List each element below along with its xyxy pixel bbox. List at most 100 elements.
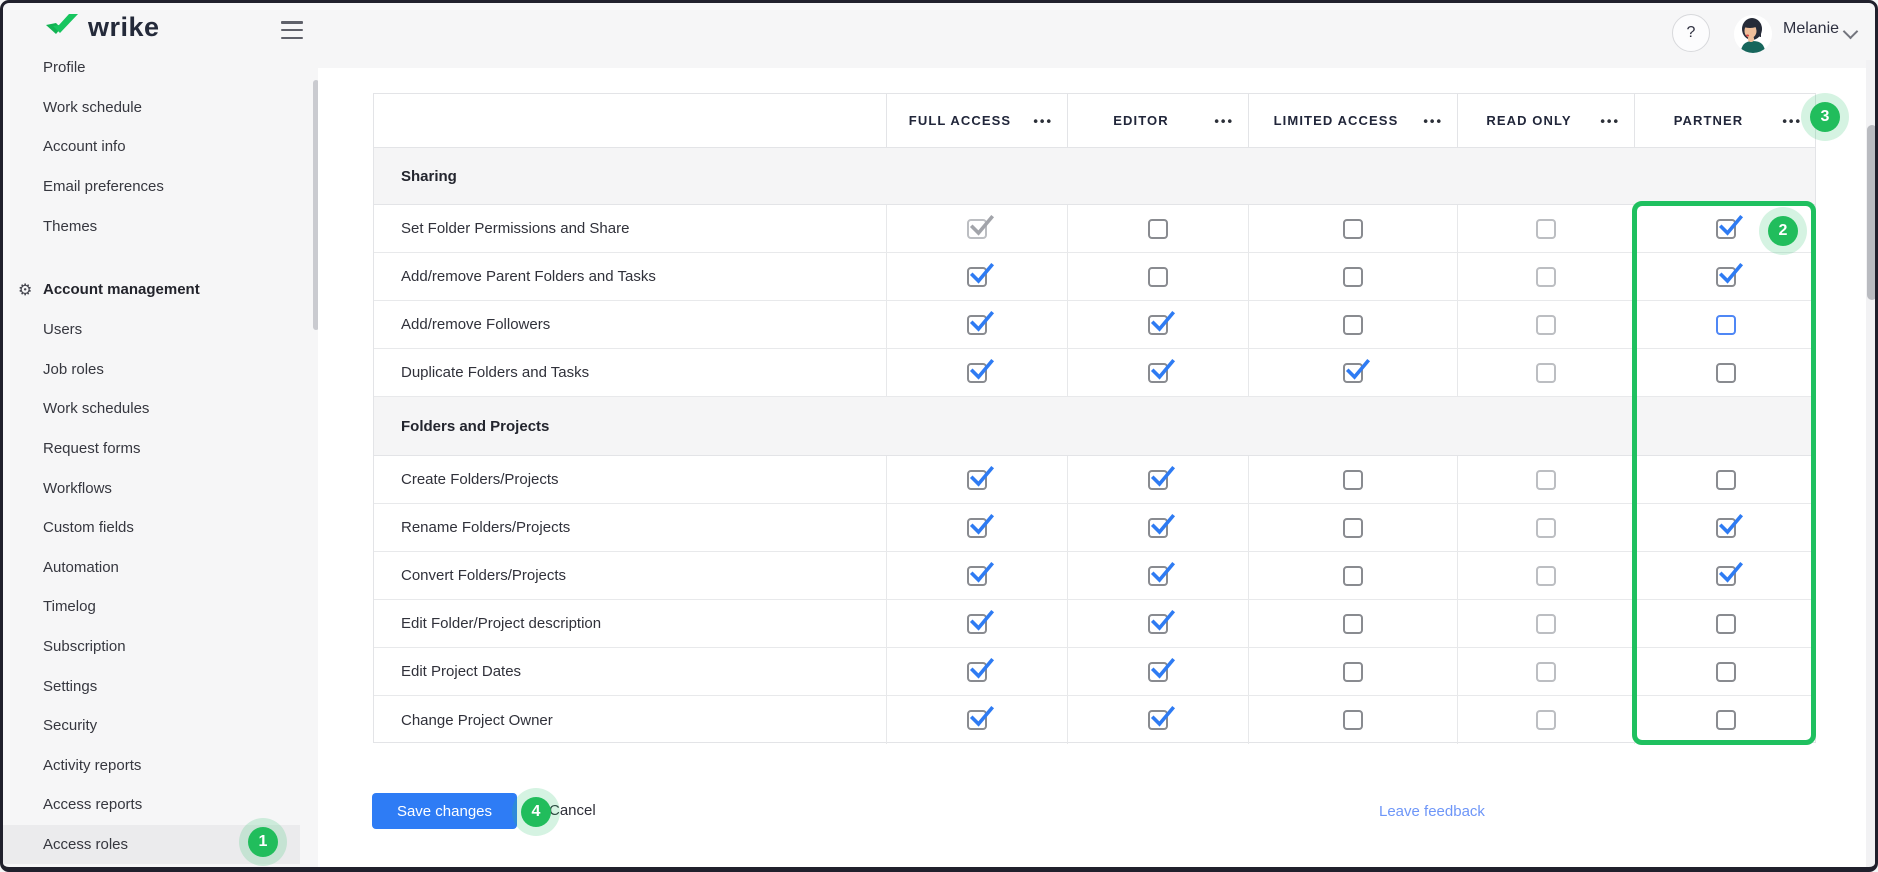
checkbox-add-remove-followers-editor[interactable] [1148,315,1168,335]
checkbox-create-folders-projects-editor[interactable] [1148,470,1168,490]
checkbox-set-folder-permissions-and-share-editor[interactable] [1148,219,1168,239]
sidebar-item-account-info[interactable]: Account info [0,127,300,167]
permission-cell [1634,253,1816,300]
checkbox-create-folders-projects-partner[interactable] [1716,470,1736,490]
checkbox-create-folders-projects-limited-access[interactable] [1343,470,1363,490]
checkbox-rename-folders-projects-full-access[interactable] [967,518,987,538]
sidebar-item-email-preferences[interactable]: Email preferences [0,167,300,207]
checkbox-add-remove-followers-full-access[interactable] [967,315,987,335]
checkbox-add-remove-parent-folders-and-tasks-partner[interactable] [1716,267,1736,287]
sidebar-item-custom-fields[interactable]: Custom fields [0,508,300,548]
sidebar-item-subscription[interactable]: Subscription [0,627,300,667]
checkbox-set-folder-permissions-and-share-partner[interactable] [1716,219,1736,239]
sidebar-item-work-schedule[interactable]: Work schedule [0,88,300,128]
column-header-label: EDITOR [1113,113,1202,128]
checkbox-edit-project-dates-limited-access[interactable] [1343,662,1363,682]
checkbox-rename-folders-projects-partner[interactable] [1716,518,1736,538]
checkbox-edit-project-dates-partner[interactable] [1716,662,1736,682]
sidebar-item-activity-reports[interactable]: Activity reports [0,746,300,786]
checkbox-convert-folders-projects-partner[interactable] [1716,566,1736,586]
menu-hamburger-icon[interactable] [281,21,303,39]
table-row-create-folders-projects: Create Folders/Projects [374,456,1815,504]
column-header-partner: PARTNER••• [1634,94,1816,147]
checkbox-edit-folder-project-description-editor[interactable] [1148,614,1168,634]
checkbox-edit-folder-project-description-full-access[interactable] [967,614,987,634]
checkbox-duplicate-folders-and-tasks-limited-access[interactable] [1343,363,1363,383]
checkbox-add-remove-parent-folders-and-tasks-editor[interactable] [1148,267,1168,287]
sidebar-item-job-roles[interactable]: Job roles [0,350,300,390]
window-scrollbar-thumb[interactable] [1867,125,1877,300]
chevron-down-icon[interactable] [1843,24,1859,40]
annotation-badge-1: 1 [248,827,278,857]
checkbox-rename-folders-projects-editor[interactable] [1148,518,1168,538]
sidebar-section-label: Account management [43,281,200,298]
table-row-convert-folders-projects: Convert Folders/Projects [374,552,1815,600]
checkbox-edit-folder-project-description-read-only [1536,614,1556,634]
checkbox-set-folder-permissions-and-share-limited-access[interactable] [1343,219,1363,239]
permission-cell [1067,504,1248,551]
column-header-label: FULL ACCESS [909,113,1045,128]
permission-cell [1634,456,1816,503]
table-header-row: FULL ACCESS•••EDITOR•••LIMITED ACCESS•••… [374,94,1815,148]
permission-cell [1634,301,1816,348]
checkbox-change-project-owner-full-access[interactable] [967,710,987,730]
sidebar-nav: ProfileWork scheduleAccount infoEmail pr… [0,60,318,867]
cancel-button[interactable]: Cancel [549,802,596,819]
sidebar-item-request-forms[interactable]: Request forms [0,429,300,469]
window-scrollbar-track[interactable] [1866,60,1878,867]
sidebar-item-work-schedules[interactable]: Work schedules [0,389,300,429]
checkbox-rename-folders-projects-limited-access[interactable] [1343,518,1363,538]
section-header-folders-and-projects: Folders and Projects [374,397,1815,456]
sidebar-item-automation[interactable]: Automation [0,548,300,588]
column-menu-icon[interactable]: ••• [1423,113,1443,128]
checkbox-duplicate-folders-and-tasks-editor[interactable] [1148,363,1168,383]
checkbox-edit-folder-project-description-limited-access[interactable] [1343,614,1363,634]
checkbox-add-remove-parent-folders-and-tasks-read-only [1536,267,1556,287]
checkbox-convert-folders-projects-editor[interactable] [1148,566,1168,586]
column-menu-icon[interactable]: ••• [1214,113,1234,128]
sidebar-item-users[interactable]: Users [0,310,300,350]
avatar[interactable] [1734,15,1772,53]
column-menu-icon[interactable]: ••• [1600,113,1620,128]
checkbox-duplicate-folders-and-tasks-partner[interactable] [1716,363,1736,383]
sidebar-item-profile[interactable]: Profile [0,60,300,88]
column-menu-icon[interactable]: ••• [1782,113,1802,128]
checkbox-convert-folders-projects-limited-access[interactable] [1343,566,1363,586]
sidebar-item-settings[interactable]: Settings [0,666,300,706]
checkbox-edit-project-dates-full-access[interactable] [967,662,987,682]
permission-cell [886,205,1067,252]
column-menu-icon[interactable]: ••• [1033,113,1053,128]
checkbox-change-project-owner-partner[interactable] [1716,710,1736,730]
checkbox-set-folder-permissions-and-share-read-only [1536,219,1556,239]
permission-cell [1457,504,1634,551]
checkbox-add-remove-followers-limited-access[interactable] [1343,315,1363,335]
help-button[interactable]: ? [1672,14,1710,52]
checkbox-add-remove-parent-folders-and-tasks-limited-access[interactable] [1343,267,1363,287]
column-header-read-only: READ ONLY••• [1457,94,1634,147]
checkbox-change-project-owner-limited-access[interactable] [1343,710,1363,730]
checkbox-edit-folder-project-description-partner[interactable] [1716,614,1736,634]
sidebar-item-access-reports[interactable]: Access reports [0,785,300,825]
checkbox-convert-folders-projects-full-access[interactable] [967,566,987,586]
wrike-logo-check-icon [44,13,80,43]
save-changes-button[interactable]: Save changes [372,793,517,829]
checkbox-create-folders-projects-full-access[interactable] [967,470,987,490]
sidebar-item-timelog[interactable]: Timelog [0,587,300,627]
gear-icon: ⚙ [18,280,32,300]
permission-cell [1634,349,1816,396]
sidebar-item-themes[interactable]: Themes [0,206,300,246]
column-header-editor: EDITOR ••• [1067,94,1248,147]
user-name[interactable]: Melanie [1783,20,1839,38]
table-row-duplicate-folders-and-tasks: Duplicate Folders and Tasks [374,349,1815,397]
permission-cell [1457,253,1634,300]
checkbox-edit-project-dates-editor[interactable] [1148,662,1168,682]
checkbox-change-project-owner-editor[interactable] [1148,710,1168,730]
sidebar-item-workflows[interactable]: Workflows [0,468,300,508]
checkbox-add-remove-followers-partner[interactable] [1716,315,1736,335]
checkbox-add-remove-parent-folders-and-tasks-full-access[interactable] [967,267,987,287]
sidebar-section-account-management[interactable]: ⚙ Account management [0,270,300,310]
permission-label: Set Folder Permissions and Share [374,205,886,252]
checkbox-duplicate-folders-and-tasks-full-access[interactable] [967,363,987,383]
sidebar-item-security[interactable]: Security [0,706,300,746]
leave-feedback-link[interactable]: Leave feedback [1379,803,1485,820]
